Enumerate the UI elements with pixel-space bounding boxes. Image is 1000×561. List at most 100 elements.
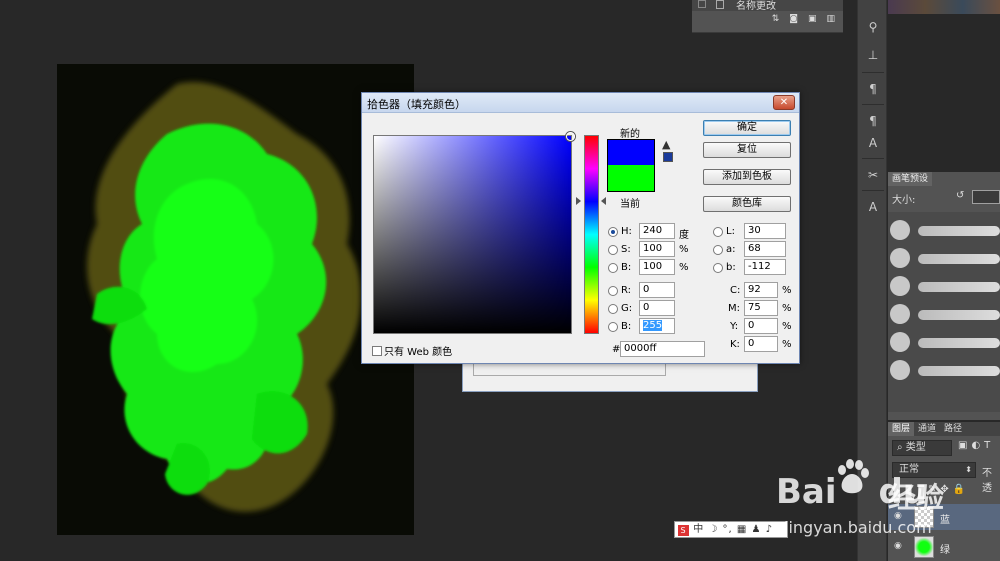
web-colors-only-checkbox[interactable]: 只有 Web 颜色 bbox=[372, 343, 452, 358]
web-safe-cube-icon[interactable] bbox=[663, 152, 673, 162]
g-label: G: bbox=[621, 303, 633, 314]
y-unit: % bbox=[782, 321, 792, 332]
brush-preset[interactable] bbox=[888, 358, 1000, 384]
tab-layers[interactable]: 图层 bbox=[888, 422, 915, 436]
color-libraries-button[interactable]: 颜色库 bbox=[703, 196, 791, 212]
layer-comp-checkbox[interactable] bbox=[698, 0, 706, 8]
k-unit: % bbox=[782, 339, 792, 350]
brightness-radio[interactable] bbox=[608, 263, 618, 273]
new-color-label: 新的 bbox=[620, 129, 640, 140]
brush-preset[interactable] bbox=[888, 274, 1000, 300]
hue-radio[interactable] bbox=[608, 227, 618, 237]
current-color-swatch[interactable] bbox=[607, 165, 655, 192]
r-label: R: bbox=[621, 285, 632, 296]
a-label: a: bbox=[726, 244, 736, 255]
magenta-input[interactable]: 75 bbox=[744, 300, 778, 316]
dialog-title: 拾色器（填充颜色） bbox=[367, 98, 466, 111]
saturation-input[interactable]: 100 bbox=[639, 241, 675, 257]
new-color-swatch bbox=[607, 139, 655, 165]
watermark-url: jingyan.baidu.com bbox=[784, 518, 932, 537]
c-unit: % bbox=[782, 285, 792, 296]
paw-logo-icon bbox=[838, 459, 869, 494]
b-channel-input[interactable]: -112 bbox=[744, 259, 786, 275]
tool-preset-icon[interactable]: ⚲ bbox=[864, 18, 882, 36]
trash-icon[interactable]: ▥ bbox=[826, 14, 835, 24]
hue-input[interactable]: 240 bbox=[639, 223, 675, 239]
color-picker-dialog: 拾色器（填充颜色） ✕ 新的 当前 ▲ 确定 复位 添加到色板 颜色库 H: 2… bbox=[361, 92, 800, 364]
b-label: B: bbox=[621, 262, 632, 273]
eye-icon[interactable]: ◉ bbox=[894, 541, 902, 551]
brush-preset[interactable] bbox=[888, 218, 1000, 244]
reset-icon[interactable]: ↺ bbox=[956, 190, 964, 201]
saturation-radio[interactable] bbox=[608, 245, 618, 255]
l-label: L: bbox=[726, 226, 735, 237]
paragraph-style-icon[interactable]: ¶ bbox=[864, 112, 882, 130]
ok-button[interactable]: 确定 bbox=[703, 120, 791, 136]
blue-radio[interactable] bbox=[608, 322, 618, 332]
blue-input[interactable]: 255 bbox=[639, 318, 675, 334]
size-label: 大小: bbox=[892, 195, 916, 206]
m-label: M: bbox=[728, 303, 740, 314]
current-color-label: 当前 bbox=[620, 199, 640, 210]
character-icon[interactable]: A bbox=[864, 198, 882, 216]
lab-b-label: b: bbox=[726, 262, 736, 273]
ime-logo-icon[interactable]: S bbox=[678, 525, 689, 536]
brush-list[interactable] bbox=[888, 212, 1000, 412]
add-to-swatches-button[interactable]: 添加到色板 bbox=[703, 169, 791, 185]
green-input[interactable]: 0 bbox=[639, 300, 675, 316]
a-channel-radio[interactable] bbox=[713, 245, 723, 255]
c-label: C: bbox=[730, 285, 741, 296]
yellow-input[interactable]: 0 bbox=[744, 318, 778, 334]
blue-label: B: bbox=[621, 321, 632, 332]
reset-button[interactable]: 复位 bbox=[703, 142, 791, 158]
hue-slider-handle-right[interactable] bbox=[601, 197, 606, 205]
saturation-brightness-field[interactable] bbox=[373, 135, 572, 334]
color-field-cursor[interactable] bbox=[566, 132, 575, 141]
layer-comps-panel: 名称更改 ⇅ ◙ ▣ ▥ bbox=[692, 0, 843, 33]
h-unit: 度 bbox=[679, 230, 689, 241]
brush-preset[interactable] bbox=[888, 246, 1000, 272]
m-unit: % bbox=[782, 303, 792, 314]
baidu-jingyan-watermark: Bai du 经验 jingyan.baidu.com bbox=[770, 452, 990, 542]
tab-paths[interactable]: 路径 bbox=[940, 422, 966, 436]
size-field[interactable] bbox=[972, 190, 1000, 204]
tab-channels[interactable]: 通道 bbox=[914, 422, 940, 436]
watermark-chinese: 经验 bbox=[888, 481, 945, 514]
close-icon[interactable]: ✕ bbox=[773, 95, 795, 110]
character-style-icon[interactable]: A bbox=[864, 134, 882, 152]
b-channel-radio[interactable] bbox=[713, 263, 723, 273]
s-unit: % bbox=[679, 244, 689, 255]
lightness-input[interactable]: 30 bbox=[744, 223, 786, 239]
filter-icons[interactable]: ▣◐T bbox=[958, 440, 994, 451]
b-unit: % bbox=[679, 262, 689, 273]
scissors-icon[interactable]: ✂ bbox=[864, 166, 882, 184]
black-input[interactable]: 0 bbox=[744, 336, 778, 352]
new-comp-icon[interactable]: ▣ bbox=[808, 14, 817, 24]
dialog-title-bar[interactable]: 拾色器（填充颜色） ✕ bbox=[362, 93, 799, 113]
brush-preset[interactable] bbox=[888, 302, 1000, 328]
s-label: S: bbox=[621, 244, 631, 255]
warning-triangle-icon[interactable]: ▲ bbox=[662, 138, 670, 151]
red-input[interactable]: 0 bbox=[639, 282, 675, 298]
y-label: Y: bbox=[730, 321, 739, 332]
cyan-input[interactable]: 92 bbox=[744, 282, 778, 298]
brush-presets-tab[interactable]: 画笔预设 bbox=[888, 172, 933, 186]
clone-source-icon[interactable]: ⊥ bbox=[864, 46, 882, 64]
camera-icon[interactable]: ◙ bbox=[789, 14, 798, 24]
layer-comp-label: 名称更改 bbox=[736, 1, 776, 12]
brush-preset[interactable] bbox=[888, 330, 1000, 356]
update-comp-icon[interactable]: ⇅ bbox=[772, 14, 780, 24]
a-channel-input[interactable]: 68 bbox=[744, 241, 786, 257]
hue-slider[interactable] bbox=[584, 135, 599, 334]
lightness-radio[interactable] bbox=[713, 227, 723, 237]
swatches-strip[interactable] bbox=[888, 0, 1000, 14]
hex-input[interactable]: 0000ff bbox=[620, 341, 705, 357]
red-radio[interactable] bbox=[608, 286, 618, 296]
document-icon bbox=[716, 0, 724, 9]
green-radio[interactable] bbox=[608, 304, 618, 314]
brightness-input[interactable]: 100 bbox=[639, 259, 675, 275]
layer-comp-row[interactable]: 名称更改 bbox=[692, 0, 843, 12]
paragraph-icon[interactable]: ¶ bbox=[864, 80, 882, 98]
hue-slider-handle-left[interactable] bbox=[576, 197, 581, 205]
brush-presets-panel: 画笔预设 大小: ↺ bbox=[888, 172, 1000, 420]
